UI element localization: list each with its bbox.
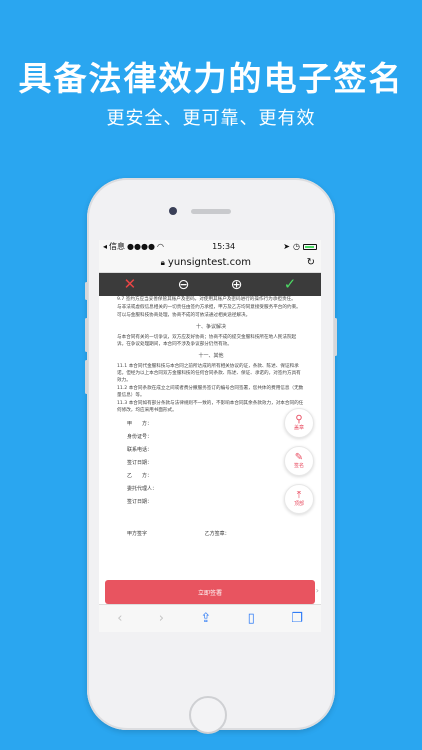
- battery-icon: [302, 243, 317, 250]
- stamp-icon: ⚲: [295, 413, 303, 425]
- section-heading: 十、争议解决: [195, 324, 226, 330]
- party-b-signature: 乙方签章：: [204, 531, 230, 537]
- mute-switch: [85, 282, 88, 300]
- lock-icon: 🔒︎: [160, 257, 165, 267]
- scroll-top-button[interactable]: ⤒ 顶部: [284, 484, 314, 514]
- power-button: [334, 318, 337, 356]
- back-icon[interactable]: ‹: [117, 611, 122, 626]
- sign-field: 委托代理人：: [127, 486, 158, 492]
- doc-paragraph: 与非法或虚假信息相关的一切责任由签约方承担，甲方及乙方均同意接受服务平台的约束。: [117, 305, 301, 310]
- earpiece-speaker: [191, 209, 231, 214]
- reload-icon[interactable]: ↻: [307, 257, 315, 268]
- sign-field: 甲 方：: [127, 421, 153, 427]
- doc-paragraph: 11.2 本合同条款在成立之间或者费分撒服务签订的编号合同签署，您共体的费用信息…: [117, 386, 304, 398]
- address-bar[interactable]: 🔒︎ yunsigntest.com ↻: [99, 253, 321, 273]
- sign-field: 乙 方：: [127, 473, 153, 479]
- signature-line: 甲方签字 乙方签章：: [127, 530, 286, 537]
- status-bar: ◂ 信息 ●●●● ◠ 15:34 ➤ ◷: [99, 240, 321, 253]
- promo-headline: 具备法律效力的电子签名: [18, 59, 404, 98]
- sign-label: 签名: [293, 462, 304, 469]
- bookmarks-icon[interactable]: ▯: [248, 611, 255, 626]
- close-icon[interactable]: ✕: [124, 277, 137, 292]
- check-icon[interactable]: ✓: [284, 277, 297, 292]
- volume-up-button: [85, 318, 88, 352]
- chevron-right-icon[interactable]: ›: [316, 586, 319, 595]
- sign-now-button[interactable]: 立即签署: [105, 580, 315, 604]
- forward-icon[interactable]: ›: [159, 611, 164, 626]
- party-a-signature: 甲方签字: [127, 531, 148, 537]
- sign-field: 身份证号：: [127, 434, 153, 440]
- promo-subline: 更安全、更可靠、更有效: [106, 108, 316, 129]
- signature-fields: 甲 方： 身份证号： 联系电话： 签订日期： 乙 方： 委托代理人： 签订日期：: [127, 418, 157, 509]
- doc-paragraph: 9.7 签约方应当妥善保管其账户及密码，对使用其账户及密码进行的操作行为承担责任…: [117, 297, 296, 302]
- sign-field: 签订日期：: [127, 460, 153, 466]
- back-chevron-icon[interactable]: ◂: [103, 242, 107, 251]
- doc-paragraph: 11.1 本合同代金服科技与本合同之前所达成的所有相关协议的证，条款、陈述、保证…: [117, 364, 301, 383]
- back-app-label[interactable]: 信息: [109, 241, 125, 252]
- arrow-up-icon: ⤒: [296, 489, 302, 501]
- sign-field: 签订日期：: [127, 499, 153, 505]
- pen-icon: ✎: [294, 451, 304, 463]
- sign-field: 联系电话：: [127, 447, 153, 453]
- sign-button[interactable]: ✎ 签名: [284, 446, 314, 476]
- tabs-icon[interactable]: ❐: [291, 611, 303, 626]
- zoom-out-icon[interactable]: ⊖: [178, 278, 190, 292]
- signal-icon: ●●●●: [127, 242, 155, 251]
- top-label: 顶部: [293, 500, 304, 507]
- seal-button[interactable]: ⚲ 盖章: [284, 408, 314, 438]
- share-icon[interactable]: ⇪: [200, 611, 211, 626]
- document-toolbar: ✕ ⊖ ⊕ ✓: [99, 273, 321, 296]
- seal-label: 盖章: [293, 424, 304, 431]
- section-heading: 十一、其他: [198, 353, 224, 359]
- alarm-icon: ◷: [293, 242, 300, 251]
- zoom-in-icon[interactable]: ⊕: [231, 278, 243, 292]
- phone-screen: ◂ 信息 ●●●● ◠ 15:34 ➤ ◷ 🔒︎ yunsigntest.com…: [99, 240, 321, 632]
- doc-paragraph: 11.3 本合同如有部分条款与法律规则不一致的，不影响本合同其余条款效力，对本合…: [117, 401, 304, 413]
- home-button[interactable]: [189, 696, 227, 734]
- doc-paragraph: 与本合同有关的一切争议，双方应友好协商；协商不成的提交金服科技所在地人民法院起诉…: [117, 335, 297, 347]
- doc-paragraph: 可以与金服科技协商处理，协商不成的可依法通过相关途径解决。: [117, 313, 251, 318]
- status-time: 15:34: [212, 242, 236, 251]
- safari-toolbar: ‹ › ⇪ ▯ ❐: [99, 604, 321, 632]
- volume-down-button: [85, 360, 88, 394]
- wifi-icon: ◠: [156, 242, 164, 251]
- url-text[interactable]: yunsigntest.com: [168, 257, 251, 268]
- location-icon: ➤: [283, 242, 290, 251]
- phone-frame: ◂ 信息 ●●●● ◠ 15:34 ➤ ◷ 🔒︎ yunsigntest.com…: [85, 178, 337, 734]
- front-camera: [169, 207, 177, 215]
